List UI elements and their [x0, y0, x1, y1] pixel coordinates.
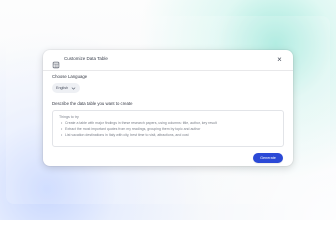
- suggestions-heading: Things to try: [59, 115, 79, 119]
- dialog-title: Customize Data Table: [64, 56, 108, 61]
- generate-button[interactable]: Generate: [253, 153, 283, 163]
- description-input[interactable]: Things to try Create a table with major …: [52, 110, 284, 147]
- suggestion-item: List vacation destinations in Italy with…: [61, 133, 217, 137]
- chevron-down-icon: [71, 86, 76, 91]
- background-canvas: Customize Data Table × Choose Language E…: [0, 0, 336, 220]
- suggestion-item: Create a table with major findings in th…: [61, 121, 217, 125]
- description-label: Describe the data table you want to crea…: [52, 101, 133, 106]
- close-button[interactable]: ×: [275, 55, 284, 64]
- close-icon: ×: [277, 54, 282, 64]
- customize-data-table-dialog: Customize Data Table × Choose Language E…: [43, 50, 293, 166]
- suggestion-item: Extract the most important quotes from m…: [61, 127, 217, 131]
- language-label: Choose Language: [52, 74, 88, 79]
- language-select-value: English: [56, 86, 69, 90]
- dialog-header: Customize Data Table ×: [43, 50, 293, 71]
- language-select[interactable]: English: [52, 83, 80, 93]
- suggestions-list: Create a table with major findings in th…: [61, 121, 217, 139]
- table-icon: [52, 56, 60, 69]
